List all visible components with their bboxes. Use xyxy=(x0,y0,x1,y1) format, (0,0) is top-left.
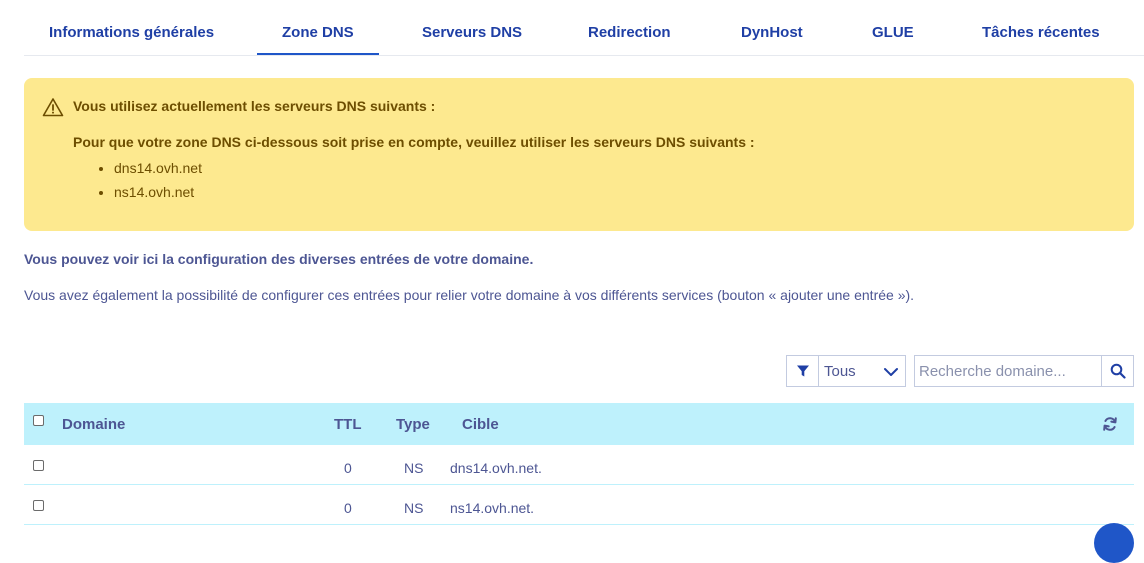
row-checkbox[interactable] xyxy=(33,460,44,471)
floating-action-button[interactable] xyxy=(1094,523,1134,563)
tab-redirection[interactable]: Redirection xyxy=(588,24,671,41)
dns-records-table: Domaine TTL Type Cible 0 NS dns14.ovh.ne… xyxy=(24,403,1134,525)
select-all-checkbox[interactable] xyxy=(33,415,44,426)
cell-ttl: 0 xyxy=(344,500,352,516)
tab-recent-tasks[interactable]: Tâches récentes xyxy=(982,24,1100,41)
intro-heading: Vous pouvez voir ici la configuration de… xyxy=(24,251,534,267)
alert-title: Vous utilisez actuellement les serveurs … xyxy=(73,98,436,114)
column-header-type[interactable]: Type xyxy=(396,416,430,433)
cell-ttl: 0 xyxy=(344,460,352,476)
search-icon xyxy=(1110,363,1126,379)
filter-icon xyxy=(787,356,819,386)
tab-dns-servers[interactable]: Serveurs DNS xyxy=(422,24,522,41)
warning-icon xyxy=(42,97,64,117)
domain-search xyxy=(914,355,1134,387)
dns-server-item: ns14.ovh.net xyxy=(114,180,202,204)
chevron-down-icon xyxy=(883,365,899,383)
cell-target: dns14.ovh.net. xyxy=(450,460,542,476)
dns-server-item: dns14.ovh.net xyxy=(114,156,202,180)
tab-glue[interactable]: GLUE xyxy=(872,24,914,41)
row-checkbox[interactable] xyxy=(33,500,44,511)
table-row: 0 NS dns14.ovh.net. xyxy=(24,445,1134,485)
tab-dynhost[interactable]: DynHost xyxy=(741,24,803,41)
refresh-icon[interactable] xyxy=(1102,416,1118,437)
intro-text: Vous avez également la possibilité de co… xyxy=(24,287,915,303)
dns-server-list: dns14.ovh.net ns14.ovh.net xyxy=(73,156,202,204)
column-header-domain[interactable]: Domaine xyxy=(62,416,125,433)
cell-target: ns14.ovh.net. xyxy=(450,500,535,516)
column-header-target[interactable]: Cible xyxy=(462,416,499,433)
table-row: 0 NS ns14.ovh.net. xyxy=(24,485,1134,525)
alert-message: Pour que votre zone DNS ci-dessous soit … xyxy=(73,134,755,150)
cell-type: NS xyxy=(404,500,424,516)
type-filter-select[interactable]: Tous xyxy=(786,355,906,387)
filter-selected-value: Tous xyxy=(824,363,856,380)
search-button[interactable] xyxy=(1101,356,1133,386)
tab-general-info[interactable]: Informations générales xyxy=(49,24,214,41)
tab-bar: Informations générales Zone DNS Serveurs… xyxy=(24,0,1144,56)
dns-warning-alert: Vous utilisez actuellement les serveurs … xyxy=(24,78,1134,231)
cell-type: NS xyxy=(404,460,424,476)
tab-dns-zone[interactable]: Zone DNS xyxy=(257,24,379,55)
domain-search-input[interactable] xyxy=(915,356,1101,386)
table-header: Domaine TTL Type Cible xyxy=(24,403,1134,445)
column-header-ttl[interactable]: TTL xyxy=(334,416,362,433)
